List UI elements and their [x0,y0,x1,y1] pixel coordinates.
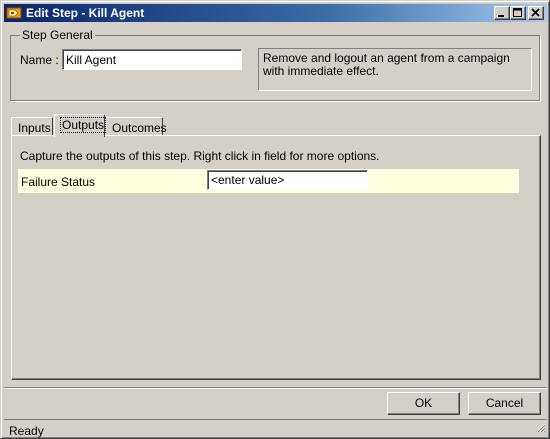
step-name-input[interactable]: Kill Agent [62,49,242,70]
outputs-instructions: Capture the outputs of this step. Right … [20,149,380,163]
step-general-group: Step General Name : Kill Agent Remove an… [10,28,540,101]
status-text: Ready [9,424,44,438]
tab-label: Outputs [59,117,107,133]
name-label: Name : [20,53,59,67]
output-row: Failure Status <enter value> [18,169,519,193]
edit-step-dialog: Edit Step - Kill Agent Step General Name… [0,0,550,439]
minimize-button[interactable] [494,6,510,20]
status-bar: Ready [4,419,547,438]
window-title: Edit Step - Kill Agent [26,6,145,20]
step-description: Remove and logout an agent from a campai… [258,48,532,91]
app-icon [6,5,22,21]
resize-grip-icon[interactable] [534,421,546,436]
failure-status-input[interactable]: <enter value> [207,170,368,190]
tab-outcomes[interactable]: Outcomes [105,117,167,136]
tab-outputs[interactable]: Outputs [54,114,107,137]
tab-label: Outcomes [112,121,167,135]
close-button[interactable] [528,6,544,20]
maximize-button[interactable] [510,6,526,20]
cancel-button[interactable]: Cancel [468,392,541,415]
output-name: Failure Status [21,175,96,189]
tab-inputs[interactable]: Inputs [11,117,53,136]
group-legend: Step General [20,28,95,42]
tab-label: Inputs [18,121,51,135]
title-bar[interactable]: Edit Step - Kill Agent [4,4,547,22]
ok-button[interactable]: OK [387,392,460,415]
button-divider [4,387,547,389]
outputs-panel: Capture the outputs of this step. Right … [11,135,541,380]
